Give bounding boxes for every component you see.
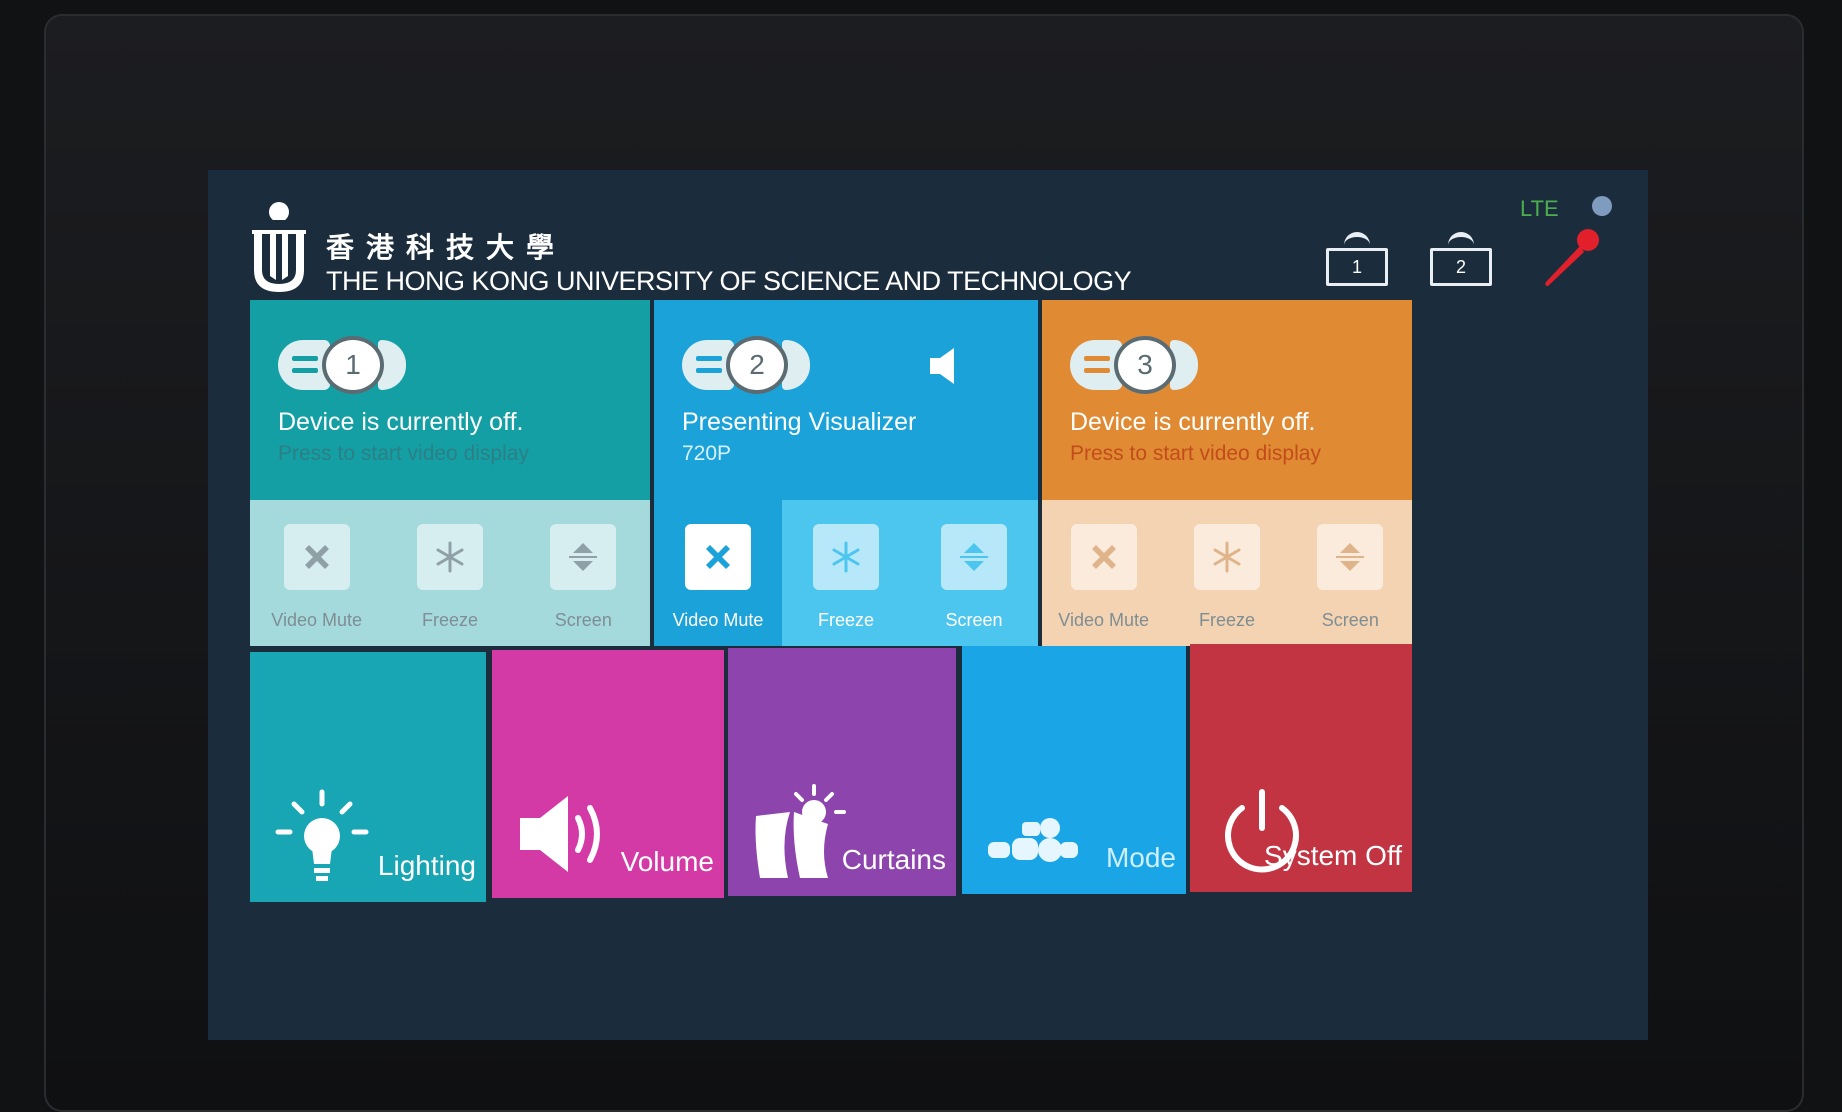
display-1-label: 1 bbox=[1326, 248, 1388, 286]
source-2-subtext: 720P bbox=[682, 442, 732, 465]
source-2-freeze-button[interactable]: Freeze bbox=[782, 500, 910, 646]
source-1-subtext: Press to start video display bbox=[278, 442, 529, 465]
display-icon bbox=[1344, 232, 1370, 246]
lte-indicator: LTE bbox=[1520, 196, 1559, 221]
freeze-label: Freeze bbox=[1198, 610, 1255, 630]
source-2-controls: Video Mute Freeze Screen bbox=[654, 500, 1038, 646]
microphone-icon[interactable] bbox=[1538, 224, 1604, 290]
display-2-label: 2 bbox=[1430, 248, 1492, 286]
freeze-label: Freeze bbox=[817, 610, 875, 630]
hkust-logo bbox=[252, 202, 306, 292]
source-1-select-area[interactable]: 1 Device is currently off. Press to star… bbox=[250, 300, 650, 500]
source-3-select-area[interactable]: 3 Device is currently off. Press to star… bbox=[1042, 300, 1412, 500]
mode-label: Mode bbox=[1105, 842, 1176, 873]
curtains-label: Curtains bbox=[841, 844, 946, 875]
lightbulb-icon bbox=[275, 789, 369, 881]
volume-label: Volume bbox=[620, 846, 714, 877]
video-mute-label: Video Mute bbox=[271, 610, 363, 630]
display-2-button[interactable]: 2 bbox=[1430, 230, 1492, 288]
source-3-freeze-button[interactable]: Freeze bbox=[1165, 500, 1288, 646]
university-name-chinese: 香港科技大學 bbox=[326, 231, 567, 264]
source-1-screen-button[interactable]: Screen bbox=[517, 500, 650, 646]
lighting-button[interactable]: Lighting bbox=[250, 652, 486, 902]
source-3-screen-button[interactable]: Screen bbox=[1289, 500, 1412, 646]
source-3-status: Device is currently off. bbox=[1070, 408, 1316, 436]
touch-panel-screen: 香港科技大學 THE HONG KONG UNIVERSITY OF SCIEN… bbox=[208, 170, 1648, 1040]
system-off-label: System Off bbox=[1264, 840, 1402, 871]
screen-label: Screen bbox=[554, 610, 612, 630]
curtains-icon bbox=[755, 784, 846, 878]
screen-up-down-icon bbox=[1317, 524, 1384, 590]
source-3-tile[interactable]: 3 Device is currently off. Press to star… bbox=[1042, 300, 1412, 646]
snowflake-icon bbox=[813, 524, 879, 590]
source-3-video-mute-button[interactable]: Video Mute bbox=[1042, 500, 1165, 646]
source-2-select-area[interactable]: 2 Presenting Visualizer 720P bbox=[654, 300, 1038, 500]
source-1-icon: 1 bbox=[278, 336, 408, 394]
lighting-label: Lighting bbox=[377, 850, 476, 881]
source-3-number: 3 bbox=[1114, 336, 1176, 394]
source-1-freeze-button[interactable]: Freeze bbox=[383, 500, 516, 646]
source-1-tile[interactable]: 1 Device is currently off. Press to star… bbox=[250, 300, 650, 646]
source-2-tile[interactable]: 2 Presenting Visualizer 720P Video Mute … bbox=[654, 300, 1038, 646]
video-mute-icon bbox=[1070, 524, 1137, 590]
screen-up-down-icon bbox=[550, 524, 617, 590]
source-2-icon: 2 bbox=[682, 336, 812, 394]
system-off-button[interactable]: System Off bbox=[1190, 644, 1412, 892]
curtains-button[interactable]: Curtains bbox=[728, 648, 956, 896]
source-3-subtext: Press to start video display bbox=[1070, 442, 1321, 465]
university-name-english: THE HONG KONG UNIVERSITY OF SCIENCE AND … bbox=[326, 266, 1132, 296]
source-1-number: 1 bbox=[322, 336, 384, 394]
source-2-video-mute-button[interactable]: Video Mute bbox=[654, 500, 782, 646]
header: 香港科技大學 THE HONG KONG UNIVERSITY OF SCIEN… bbox=[208, 170, 1648, 300]
display-icon bbox=[1448, 232, 1474, 246]
video-mute-icon bbox=[283, 524, 350, 590]
status-dot-icon bbox=[1592, 196, 1612, 216]
screen-label: Screen bbox=[945, 610, 1003, 630]
snowflake-icon bbox=[416, 524, 483, 590]
freeze-label: Freeze bbox=[421, 610, 478, 630]
video-mute-label: Video Mute bbox=[1058, 610, 1150, 630]
mode-icon bbox=[988, 818, 1078, 862]
source-1-controls: Video Mute Freeze Screen bbox=[250, 500, 650, 646]
source-3-icon: 3 bbox=[1070, 336, 1200, 394]
snowflake-icon bbox=[1193, 524, 1260, 590]
display-1-button[interactable]: 1 bbox=[1326, 230, 1388, 288]
screen-up-down-icon bbox=[941, 524, 1007, 590]
video-mute-icon bbox=[685, 524, 751, 590]
source-2-status: Presenting Visualizer bbox=[682, 408, 917, 436]
volume-button[interactable]: Volume bbox=[492, 650, 724, 898]
screen-label: Screen bbox=[1321, 610, 1379, 630]
mode-button[interactable]: Mode bbox=[962, 646, 1186, 894]
video-mute-label: Video Mute bbox=[672, 610, 764, 630]
source-3-controls: Video Mute Freeze Screen bbox=[1042, 500, 1412, 646]
source-2-screen-button[interactable]: Screen bbox=[910, 500, 1038, 646]
speaker-icon bbox=[930, 348, 954, 384]
speaker-icon bbox=[520, 796, 600, 872]
source-2-number: 2 bbox=[726, 336, 788, 394]
source-1-status: Device is currently off. bbox=[278, 408, 524, 436]
source-1-video-mute-button[interactable]: Video Mute bbox=[250, 500, 383, 646]
